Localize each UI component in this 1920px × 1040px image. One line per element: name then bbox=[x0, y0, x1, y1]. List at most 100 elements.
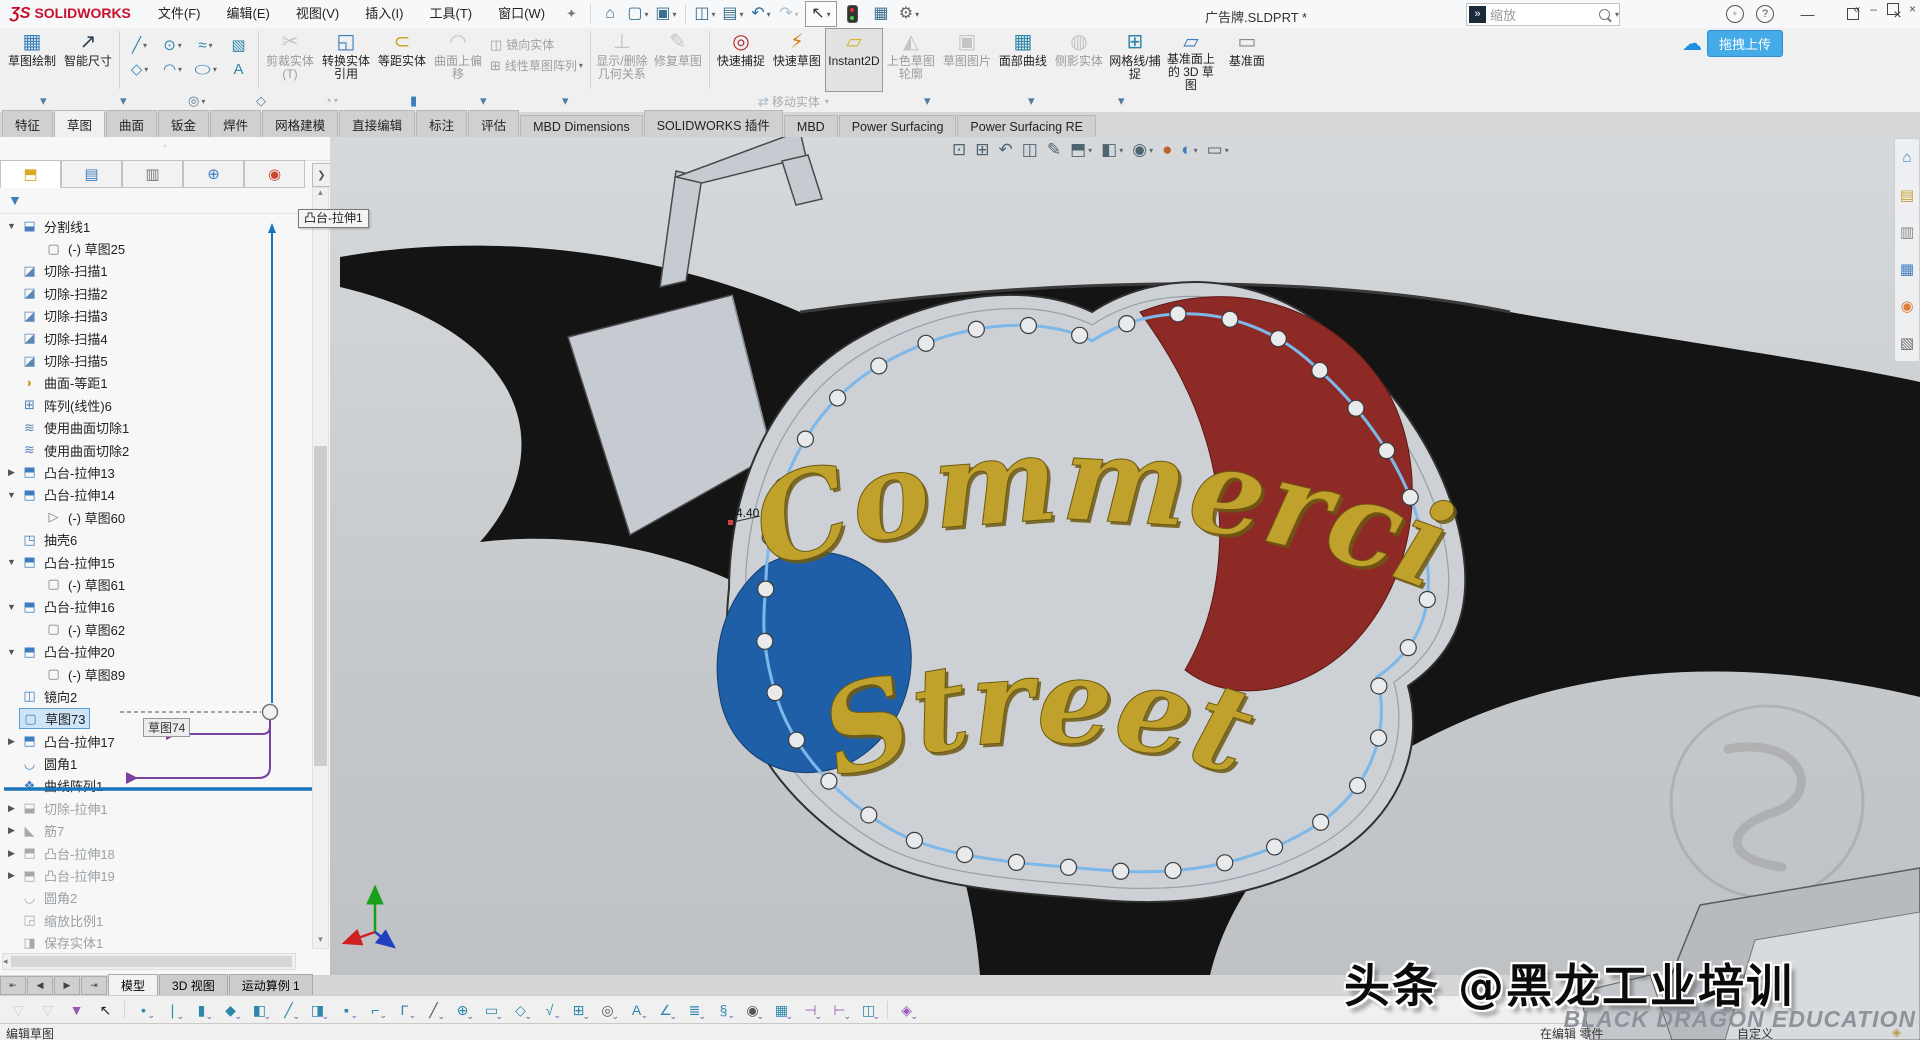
expand-open-icon[interactable]: ▼ bbox=[4, 490, 19, 500]
dimension-dropdown[interactable]: ▾ bbox=[120, 93, 127, 109]
panel-flyout-arrow[interactable]: ❯ bbox=[312, 163, 331, 187]
tree-item[interactable]: ◲缩放比例1 bbox=[0, 909, 300, 931]
polygon-strip-icon[interactable]: ◇ bbox=[256, 93, 266, 109]
configurationmanager-tab[interactable]: ▥ bbox=[122, 160, 183, 188]
pattern-snap-icon[interactable]: ◫ bbox=[854, 1002, 883, 1019]
point-snap-icon[interactable]: • bbox=[129, 1002, 158, 1018]
repair-sketch-button[interactable]: ✎修复草图 bbox=[650, 28, 706, 92]
face-curves-button[interactable]: ▦面部曲线 bbox=[995, 28, 1051, 92]
target-snap-icon[interactable]: ◉ bbox=[738, 1002, 767, 1019]
doc-tab-运动算例-1[interactable]: 运动算例 1 bbox=[229, 974, 313, 995]
surface-offset-button[interactable]: ◠曲面上偏移 bbox=[430, 28, 486, 92]
frame-snap-icon[interactable]: ▭ bbox=[477, 1002, 506, 1019]
section-view-icon[interactable]: ◫ bbox=[1018, 139, 1042, 161]
sketch3d-on-plane-button[interactable]: ▱基准面上的 3D 草图 bbox=[1163, 28, 1219, 92]
menu-window[interactable]: 窗口(W) bbox=[485, 0, 558, 28]
tree-item[interactable]: ▶⬒凸台-拉伸18 bbox=[0, 842, 300, 864]
last-tab-icon[interactable]: ⇥ bbox=[81, 976, 107, 995]
prev-tab-icon[interactable]: ◀ bbox=[27, 976, 53, 995]
grid-cells-snap-icon[interactable]: ▦ bbox=[767, 1002, 796, 1019]
repair-dropdown[interactable]: ▾ bbox=[1028, 93, 1035, 109]
help-icon[interactable]: ? bbox=[1756, 5, 1774, 23]
sketch-picture-button[interactable]: ▣草图图片 bbox=[939, 28, 995, 92]
shaded-sketch-contours-button[interactable]: ◭上色草图轮廓 bbox=[883, 28, 939, 92]
ribbon-tab-网格建模[interactable]: 网格建模 bbox=[262, 110, 338, 137]
file-properties-icon[interactable]: ▦ bbox=[869, 2, 893, 26]
tree-item[interactable]: ▼⬓分割线1 bbox=[0, 215, 300, 237]
search-box[interactable]: » 缩放 ▾ bbox=[1466, 3, 1620, 26]
ribbon-tab-钣金[interactable]: 钣金 bbox=[158, 110, 209, 137]
mirror-entities-button[interactable]: ◫镜向实体 bbox=[490, 34, 583, 55]
rapid-sketch-button[interactable]: ⚡快速草图 bbox=[769, 28, 825, 92]
polygon-snap-icon[interactable]: ◆ bbox=[216, 1002, 245, 1019]
ellipse-tool-icon[interactable]: ◯▾ bbox=[189, 57, 222, 81]
menu-edit[interactable]: 编辑(E) bbox=[214, 0, 283, 28]
open-icon[interactable]: ▣▾ bbox=[654, 2, 678, 26]
tree-item[interactable]: ▷(-) 草图60 bbox=[0, 506, 300, 528]
trim-entities-button[interactable]: ✂剪裁实体(T) bbox=[262, 28, 318, 92]
menu-view[interactable]: 视图(V) bbox=[283, 0, 352, 28]
tree-item[interactable]: ◪切除-扫描4 bbox=[0, 327, 300, 349]
expand-open-icon[interactable]: ▼ bbox=[4, 221, 19, 231]
panel-splitter[interactable]: ◦ bbox=[0, 137, 330, 161]
doc-restore-icon[interactable] bbox=[1887, 3, 1899, 15]
tree-item[interactable]: ⊞阵列(线性)6 bbox=[0, 394, 300, 416]
ribbon-tab-power-surfacing-re[interactable]: Power Surfacing RE bbox=[957, 115, 1096, 137]
tree-item[interactable]: ▢(-) 草图25 bbox=[0, 237, 300, 259]
menu-insert[interactable]: 插入(I) bbox=[352, 0, 416, 28]
home-icon[interactable]: ⌂ bbox=[598, 2, 622, 26]
smart-dimension-button[interactable]: ↗智能尺寸 bbox=[60, 28, 116, 92]
convert-dropdown[interactable]: ▾ bbox=[480, 93, 487, 109]
ribbon-tab-直接编辑[interactable]: 直接编辑 bbox=[339, 110, 415, 137]
magnifier-snap-icon[interactable]: ◎ bbox=[593, 1002, 622, 1019]
menu-file[interactable]: 文件(F) bbox=[145, 0, 214, 28]
sketch-annotation-icon[interactable]: ✎ bbox=[1043, 139, 1065, 161]
silhouette-entities-button[interactable]: ◍侧影实体 bbox=[1051, 28, 1107, 92]
grid-snap-button[interactable]: ⊞网格线/捕捉 bbox=[1107, 28, 1163, 92]
view-palette-icon[interactable]: ▦ bbox=[1900, 250, 1914, 287]
tree-item[interactable]: ▼⬒凸台-拉伸20 bbox=[0, 640, 300, 662]
displaymanager-tab[interactable]: ◉ bbox=[244, 160, 305, 188]
tree-item[interactable]: ◪切除-扫描2 bbox=[0, 282, 300, 304]
custom-properties-icon[interactable]: ▧ bbox=[1900, 324, 1914, 361]
offset-entities-button[interactable]: ⊂等距实体 bbox=[374, 28, 430, 92]
select-arrow-icon[interactable]: ↖▾ bbox=[805, 1, 837, 27]
slot-tool-icon[interactable]: ◎▾ bbox=[188, 93, 205, 109]
tree-item[interactable]: ▶⬒凸台-拉伸19 bbox=[0, 864, 300, 886]
fillet-tool-icon[interactable]: ◔▾ bbox=[324, 93, 338, 108]
tree-item[interactable]: ≋使用曲面切除1 bbox=[0, 417, 300, 439]
linear-sketch-pattern-button[interactable]: ⊞线性草图阵列▾ bbox=[490, 55, 583, 76]
tree-item[interactable]: ◨保存实体1 bbox=[0, 932, 300, 950]
point-tool-icon[interactable]: ▮ bbox=[410, 93, 417, 109]
tree-horizontal-scrollbar[interactable]: ◂ bbox=[2, 953, 296, 970]
sketch-dropdown[interactable]: ▾ bbox=[40, 93, 47, 109]
appearances-icon[interactable]: ◉ bbox=[1900, 287, 1913, 324]
search-input[interactable]: 缩放 bbox=[1490, 5, 1599, 24]
frame-corner-snap-icon[interactable]: Γ bbox=[390, 1002, 419, 1018]
ribbon-pin-icon[interactable]: « bbox=[1854, 2, 1861, 16]
solid-snap-icon[interactable]: ◧ bbox=[245, 1002, 274, 1019]
ribbon-tab-solidworks-插件[interactable]: SOLIDWORKS 插件 bbox=[644, 110, 783, 137]
tree-item[interactable]: ◡圆角2 bbox=[0, 887, 300, 909]
instant2d-button[interactable]: ▱Instant2D bbox=[825, 28, 883, 92]
tree-item[interactable]: ▢(-) 草图61 bbox=[0, 573, 300, 595]
display-delete-relations-button[interactable]: ⊥显示/删除 几何关系 bbox=[594, 28, 650, 92]
expand-closed-icon[interactable]: ▶ bbox=[4, 803, 19, 814]
apply-scene-icon[interactable]: ◐▾ bbox=[1177, 139, 1201, 161]
ribbon-tab-草图[interactable]: 草图 bbox=[54, 110, 105, 137]
expand-open-icon[interactable]: ▼ bbox=[4, 647, 19, 657]
search-icon[interactable] bbox=[1599, 9, 1610, 20]
scroll-left-icon[interactable]: ◂ bbox=[3, 956, 8, 967]
upload-overlay[interactable]: ☁ 拖拽上传 bbox=[1682, 30, 1783, 57]
plane-snap-icon[interactable]: ◨ bbox=[303, 1002, 332, 1019]
small-square-snap-icon[interactable]: ▪ bbox=[332, 1002, 361, 1018]
tree-item[interactable]: ◫镜向2 bbox=[0, 685, 300, 707]
next-tab-icon[interactable]: ▶ bbox=[54, 976, 80, 995]
expand-open-icon[interactable]: ▼ bbox=[4, 602, 19, 612]
quick-snaps-button[interactable]: ◎快速捕捉 bbox=[713, 28, 769, 92]
tree-item[interactable]: ▢(-) 草图62 bbox=[0, 618, 300, 640]
offset-dropdown[interactable]: ▾ bbox=[562, 93, 569, 109]
display-style-icon[interactable]: ◧▾ bbox=[1097, 139, 1127, 161]
text-tool-icon[interactable]: A bbox=[222, 57, 255, 81]
spline-tool-icon[interactable]: ≈▾ bbox=[189, 33, 222, 57]
